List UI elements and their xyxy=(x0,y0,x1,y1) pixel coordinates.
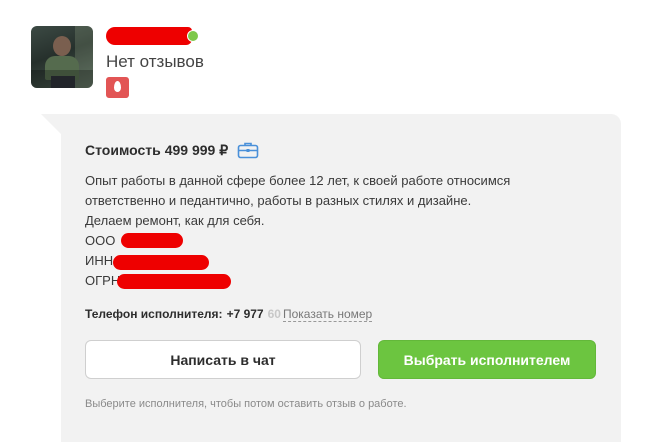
card-pointer xyxy=(41,114,61,134)
drop-icon xyxy=(106,77,129,98)
drop-shape xyxy=(114,81,121,92)
company-prefix: ООО xyxy=(85,233,116,248)
description-line: ответственно и педантично, работы в разн… xyxy=(85,193,472,208)
inn-redacted xyxy=(113,255,209,270)
show-phone-link[interactable]: Показать номер xyxy=(282,307,373,322)
username-redacted xyxy=(106,27,192,45)
online-status-icon xyxy=(187,30,199,42)
phone-label: Телефон исполнителя: xyxy=(85,307,223,321)
phone-number-faded: 60 xyxy=(267,307,281,321)
avatar-person-head xyxy=(53,36,71,56)
company-name-redacted xyxy=(121,233,183,248)
inn-prefix: ИНН xyxy=(85,253,114,268)
phone-number: +7 977 xyxy=(226,307,264,321)
price-label: Стоимость xyxy=(85,142,161,158)
ogrn-line: ОГРН xyxy=(85,271,585,291)
phone-row: Телефон исполнителя: +7 977 60 Показать … xyxy=(85,307,373,322)
ogrn-prefix: ОГРН xyxy=(85,273,121,288)
hint-text: Выберите исполнителя, чтобы потом остави… xyxy=(85,398,407,410)
price-value: 499 999 ₽ xyxy=(164,141,229,158)
briefcase-icon[interactable] xyxy=(237,141,259,159)
reviews-status[interactable]: Нет отзывов xyxy=(106,52,204,72)
avatar-shadow xyxy=(31,70,93,88)
company-line: ООО xyxy=(85,231,585,251)
description-line: Делаем ремонт, как для себя. xyxy=(85,213,265,228)
write-to-chat-button[interactable]: Написать в чат xyxy=(85,340,361,379)
inn-line: ИНН xyxy=(85,251,585,271)
avatar[interactable] xyxy=(31,26,93,88)
ogrn-redacted xyxy=(117,274,231,289)
offer-description: Опыт работы в данной сфере более 12 лет,… xyxy=(85,171,585,291)
price-row: Стоимость 499 999 ₽ xyxy=(85,141,259,159)
description-line: Опыт работы в данной сфере более 12 лет,… xyxy=(85,173,511,188)
choose-executor-button[interactable]: Выбрать исполнителем xyxy=(378,340,596,379)
